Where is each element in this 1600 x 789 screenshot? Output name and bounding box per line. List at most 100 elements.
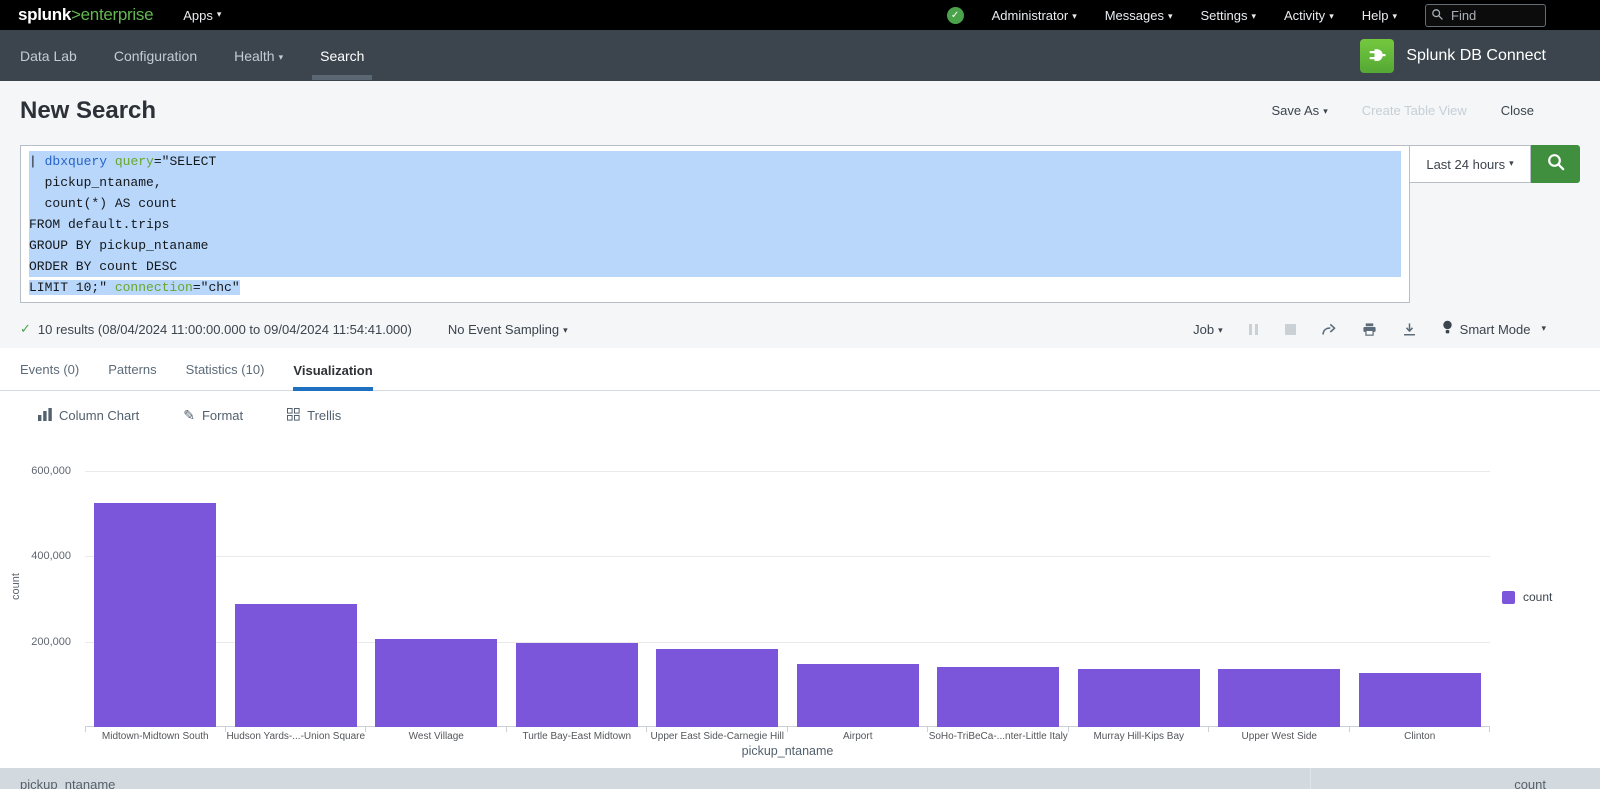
- column-header-pickup-ntaname[interactable]: pickup_ntaname: [0, 768, 1310, 789]
- caret-down-icon: ▾: [1509, 158, 1514, 169]
- done-check-icon: ✓: [20, 321, 31, 337]
- legend-label: count: [1523, 590, 1552, 604]
- app-badge[interactable]: Splunk DB Connect: [1360, 39, 1546, 73]
- tab-events[interactable]: Events (0): [20, 362, 79, 390]
- y-tick-label: 200,000: [31, 636, 71, 648]
- bar-slot: [366, 471, 507, 727]
- column-chart: count 200,000400,000600,000 Midtown-Midt…: [0, 440, 1600, 768]
- lightbulb-icon: [1442, 320, 1453, 338]
- tab-visualization[interactable]: Visualization: [293, 363, 372, 391]
- bar[interactable]: [235, 604, 357, 727]
- chart-type-picker[interactable]: Column Chart: [38, 408, 139, 424]
- apps-menu[interactable]: Apps▾: [183, 8, 221, 23]
- format-button[interactable]: ✎ Format: [183, 407, 243, 424]
- bar-slot: [507, 471, 648, 727]
- trellis-button[interactable]: Trellis: [287, 408, 341, 424]
- bar-slot: [226, 471, 367, 727]
- time-range-picker[interactable]: Last 24 hours▾: [1410, 145, 1531, 183]
- export-icon[interactable]: [1402, 322, 1417, 337]
- results-tabs: Events (0) Patterns Statistics (10) Visu…: [0, 348, 1600, 391]
- caret-down-icon: ▾: [1329, 11, 1334, 21]
- trellis-grid-icon: [287, 408, 300, 424]
- menu-activity[interactable]: Activity▾: [1284, 8, 1334, 23]
- x-axis-labels: Midtown-Midtown SouthHudson Yards-...-Un…: [85, 731, 1490, 742]
- print-icon[interactable]: [1362, 322, 1377, 337]
- event-sampling-menu[interactable]: No Event Sampling▾: [448, 322, 568, 337]
- legend-item[interactable]: count: [1502, 590, 1552, 604]
- pencil-icon: ✎: [183, 407, 195, 424]
- x-tick-label: Upper West Side: [1209, 731, 1350, 742]
- bar[interactable]: [1359, 673, 1481, 727]
- bar-slot: [1350, 471, 1491, 727]
- app-name: Splunk DB Connect: [1406, 47, 1546, 65]
- menu-help[interactable]: Help▾: [1362, 8, 1397, 23]
- top-bar: splunk>enterprise Apps▾ ✓ Administrator▾…: [0, 0, 1600, 30]
- caret-down-icon: ▾: [217, 9, 222, 20]
- bar-slot: [1069, 471, 1210, 727]
- bar[interactable]: [1218, 669, 1340, 727]
- search-icon: [1431, 8, 1444, 24]
- caret-down-icon: ▾: [563, 325, 568, 335]
- bar-slot: [928, 471, 1069, 727]
- bar-slot: [788, 471, 929, 727]
- caret-down-icon: ▾: [1541, 323, 1546, 334]
- x-tick-label: Upper East Side-Carnegie Hill: [647, 731, 788, 742]
- search-bar-region: | dbxquery query="SELECT pickup_ntaname,…: [0, 140, 1600, 310]
- caret-down-icon: ▾: [1072, 11, 1077, 21]
- bar[interactable]: [516, 643, 638, 727]
- y-tick-label: 400,000: [31, 550, 71, 562]
- run-search-button[interactable]: [1531, 145, 1580, 183]
- column-header-count[interactable]: count: [1310, 768, 1600, 789]
- bar[interactable]: [656, 649, 778, 727]
- create-table-view-button[interactable]: Create Table View: [1362, 103, 1467, 118]
- share-icon[interactable]: [1321, 322, 1337, 337]
- search-mode-menu[interactable]: Smart Mode ▾: [1442, 320, 1546, 338]
- column-chart-icon: [38, 408, 52, 424]
- nav-item-health[interactable]: Health▾: [234, 32, 283, 80]
- x-tick-label: West Village: [366, 731, 507, 742]
- legend-swatch: [1502, 591, 1515, 604]
- menu-administrator[interactable]: Administrator▾: [992, 8, 1077, 23]
- save-as-button[interactable]: Save As▾: [1271, 103, 1327, 118]
- x-axis-title: pickup_ntaname: [85, 744, 1490, 758]
- caret-down-icon: ▾: [279, 52, 284, 62]
- bar[interactable]: [797, 664, 919, 727]
- x-tick-label: Turtle Bay-East Midtown: [507, 731, 648, 742]
- page-title: New Search: [20, 97, 156, 125]
- bar[interactable]: [937, 667, 1059, 727]
- nav-item-data-lab[interactable]: Data Lab: [20, 32, 77, 80]
- job-menu[interactable]: Job▾: [1193, 322, 1223, 337]
- active-nav-indicator: [312, 75, 372, 80]
- page-header: New Search Save As▾ Create Table View Cl…: [0, 81, 1600, 140]
- tab-statistics[interactable]: Statistics (10): [186, 362, 265, 390]
- chart-plot: [85, 471, 1490, 727]
- bar[interactable]: [94, 503, 216, 727]
- caret-down-icon: ▾: [1251, 11, 1256, 21]
- bar[interactable]: [1078, 669, 1200, 727]
- splunk-logo[interactable]: splunk>enterprise: [18, 5, 153, 25]
- results-summary: 10 results (08/04/2024 11:00:00.000 to 0…: [38, 322, 412, 337]
- caret-down-icon: ▾: [1323, 106, 1328, 116]
- nav-item-configuration[interactable]: Configuration: [114, 32, 197, 80]
- nav-item-search[interactable]: Search: [320, 32, 364, 80]
- stop-icon[interactable]: [1285, 324, 1296, 335]
- health-status-icon[interactable]: ✓: [947, 7, 964, 24]
- bar-slot: [647, 471, 788, 727]
- menu-messages[interactable]: Messages▾: [1105, 8, 1173, 23]
- pause-icon[interactable]: [1248, 324, 1260, 335]
- db-connect-plug-icon: [1360, 39, 1394, 73]
- menu-settings[interactable]: Settings▾: [1201, 8, 1257, 23]
- caret-down-icon: ▾: [1218, 325, 1223, 335]
- x-tick-label: SoHo-TriBeCa-...nter-Little Italy: [928, 731, 1069, 742]
- bar[interactable]: [375, 639, 497, 727]
- app-nav-bar: Data Lab Configuration Health▾ Search Sp…: [0, 30, 1600, 81]
- search-query-input[interactable]: | dbxquery query="SELECT pickup_ntaname,…: [20, 145, 1410, 303]
- search-icon: [1546, 152, 1566, 177]
- close-button[interactable]: Close: [1501, 103, 1534, 118]
- tab-patterns[interactable]: Patterns: [108, 362, 156, 390]
- statistics-table-header: pickup_ntaname count: [0, 768, 1600, 789]
- x-tick-label: Clinton: [1350, 731, 1491, 742]
- caret-down-icon: ▾: [1168, 11, 1173, 21]
- results-info-bar: ✓ 10 results (08/04/2024 11:00:00.000 to…: [0, 310, 1600, 348]
- caret-down-icon: ▾: [1392, 11, 1397, 21]
